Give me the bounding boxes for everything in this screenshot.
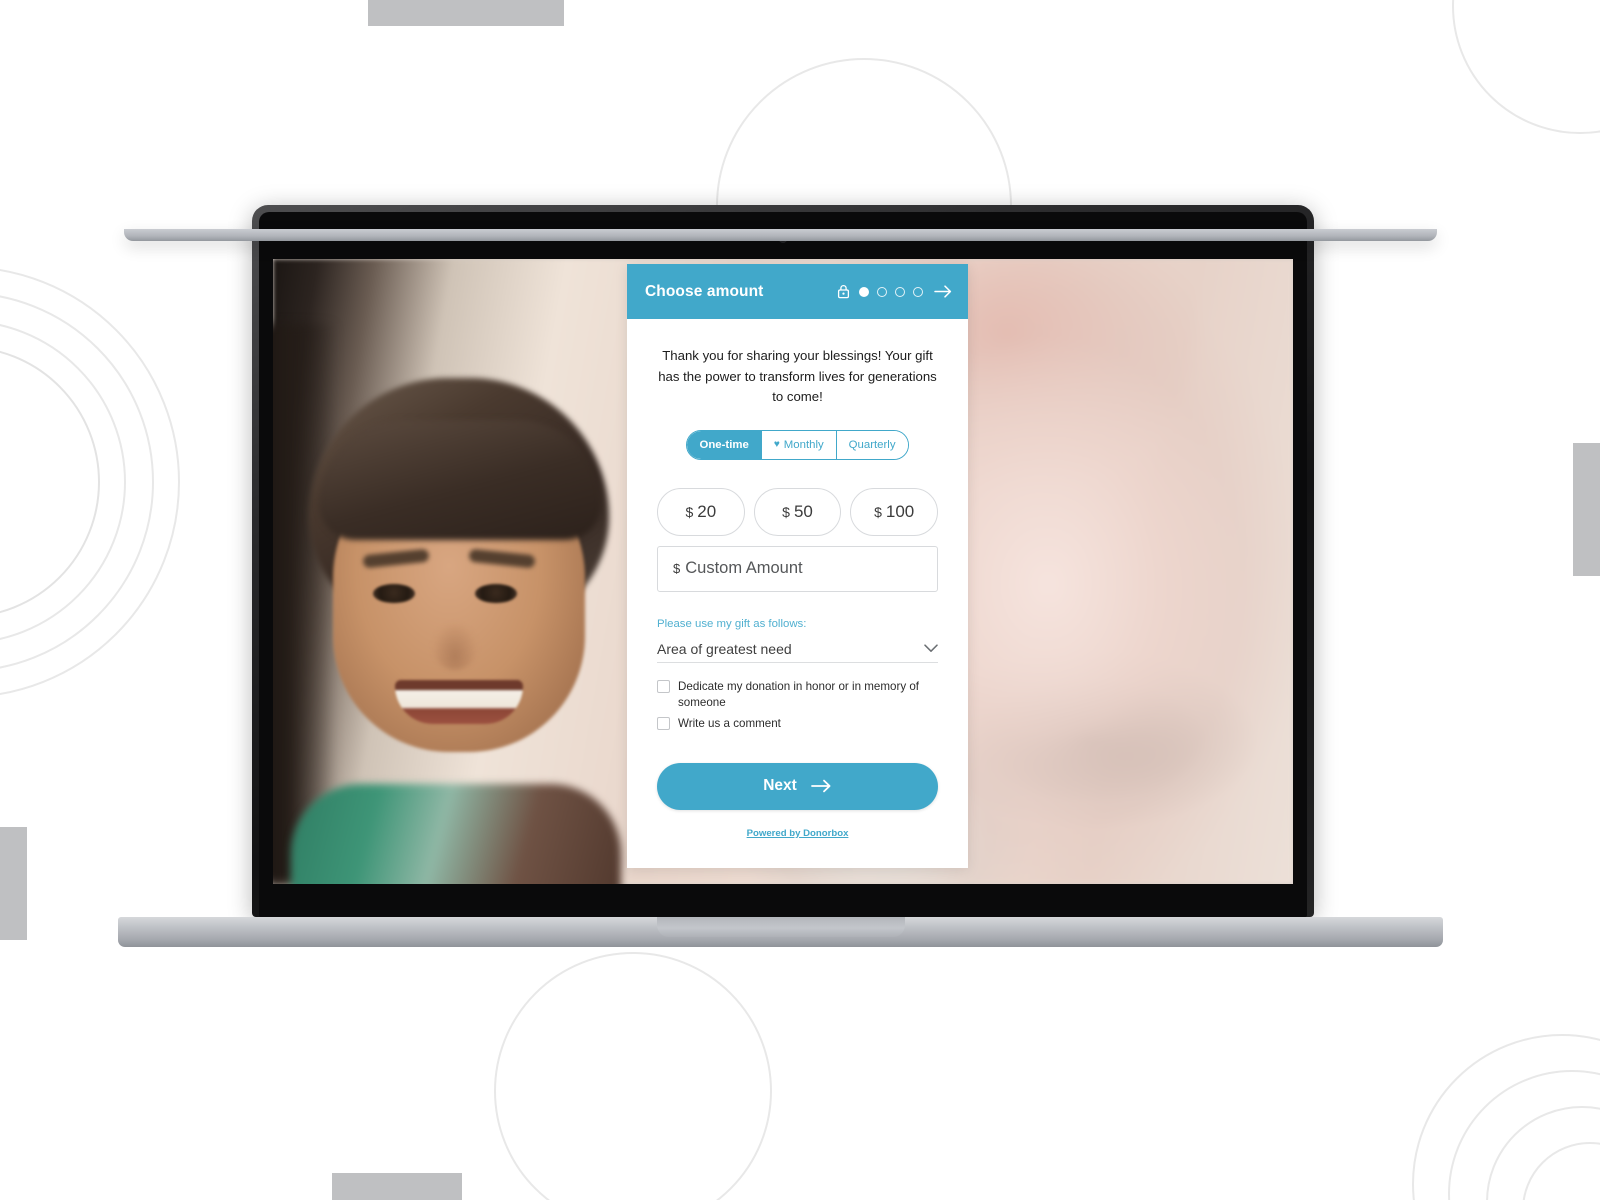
amount-button-group: $ 20 $ 50 $ 100 (657, 487, 939, 536)
amount-value: 100 (885, 501, 915, 521)
option-checkbox-group: Dedicate my donation in honor or in memo… (657, 679, 938, 737)
currency-symbol: $ (685, 503, 694, 520)
checkbox-dedicate-label: Dedicate my donation in honor or in memo… (678, 679, 920, 709)
portrait-shirt (291, 784, 621, 884)
tab-one-time[interactable]: One-time (687, 430, 761, 459)
frequency-tab-group: One-time ♥ Monthly Quarterly (686, 429, 909, 460)
decorative-ring-top-right (1452, 0, 1600, 134)
decorative-ring-bottom-center (494, 952, 772, 1200)
tab-monthly-label: Monthly (783, 438, 824, 451)
laptop-lid: Choose amount Thank you for sharing your… (252, 205, 1314, 917)
checkbox-comment-label: Write us a comment (678, 716, 781, 730)
laptop-base-foot (124, 229, 1437, 241)
donation-form-card: Choose amount Thank you for sharing your… (627, 264, 968, 868)
decorative-ring-bottom-right-3 (1486, 1106, 1600, 1200)
arrow-right-icon (810, 779, 832, 793)
amount-button-100[interactable]: $ 100 (850, 487, 939, 536)
custom-amount-input[interactable]: $ Custom Amount (657, 545, 938, 592)
decorative-rect-right (1573, 443, 1600, 576)
step-dot-3[interactable] (895, 286, 905, 297)
decorative-ring-bottom-right-2 (1448, 1070, 1600, 1200)
amount-value: 20 (697, 501, 717, 521)
step-dot-1[interactable] (859, 286, 869, 297)
checkbox-row-dedicate[interactable]: Dedicate my donation in honor or in memo… (657, 679, 938, 711)
checkbox-dedicate[interactable] (657, 679, 670, 693)
decorative-rect-top (368, 0, 564, 26)
currency-symbol: $ (874, 503, 882, 520)
heart-icon: ♥ (773, 438, 780, 450)
step-dot-4[interactable] (913, 286, 923, 297)
tab-quarterly-label: Quarterly (848, 438, 896, 451)
designation-selected-value: Area of greatest need (657, 641, 792, 657)
powered-by-link[interactable]: Powered by Donorbox (657, 828, 938, 839)
currency-symbol: $ (673, 561, 681, 576)
checkbox-row-comment[interactable]: Write us a comment (657, 716, 938, 732)
intro-text: Thank you for sharing your blessings! Yo… (658, 348, 937, 404)
decorative-ring-left-2 (0, 320, 126, 644)
decorative-rect-bottom (332, 1173, 462, 1200)
designation-select[interactable]: Area of greatest need (657, 637, 938, 663)
amount-button-20[interactable]: $ 20 (657, 487, 745, 536)
lock-icon (837, 284, 850, 299)
tab-one-time-label: One-time (699, 438, 749, 451)
next-button-label: Next (763, 777, 797, 794)
currency-symbol: $ (782, 503, 790, 520)
designation-label: Please use my gift as follows: (657, 617, 807, 630)
arrow-right-icon[interactable] (934, 284, 953, 299)
laptop-bezel: Choose amount Thank you for sharing your… (259, 212, 1307, 917)
decorative-ring-left-1 (0, 346, 100, 618)
form-header-controls (837, 284, 953, 299)
laptop-base (118, 917, 1443, 947)
decorative-ring-bottom-right-1 (1412, 1034, 1600, 1200)
laptop-base-notch (656, 917, 905, 937)
portrait-nose (433, 624, 477, 670)
tab-quarterly[interactable]: Quarterly (835, 430, 908, 459)
form-header: Choose amount (627, 264, 968, 319)
form-body: Thank you for sharing your blessings! Yo… (627, 319, 968, 868)
portrait-fringe (319, 420, 601, 540)
amount-button-50[interactable]: $ 50 (753, 487, 842, 536)
checkbox-comment[interactable] (657, 716, 670, 730)
laptop-screen: Choose amount Thank you for sharing your… (273, 259, 1293, 884)
tab-monthly[interactable]: ♥ Monthly (760, 430, 836, 459)
portrait-mouth (395, 680, 523, 724)
step-indicator (859, 286, 923, 297)
custom-amount-placeholder: Custom Amount (685, 559, 803, 577)
page-title: Choose amount (645, 282, 764, 300)
next-button[interactable]: Next (657, 762, 938, 810)
amount-value: 50 (793, 501, 813, 521)
decorative-rect-left (0, 827, 27, 940)
portrait-eye-right (475, 584, 517, 603)
page-root: Choose amount Thank you for sharing your… (0, 0, 1600, 1200)
portrait-eye-left (373, 584, 415, 603)
step-dot-2[interactable] (877, 286, 887, 297)
laptop-mockup: Choose amount Thank you for sharing your… (118, 205, 1443, 965)
portrait-photo-boy (273, 324, 687, 884)
chevron-down-icon (924, 640, 938, 658)
decorative-ring-bottom-right-4 (1522, 1142, 1600, 1200)
